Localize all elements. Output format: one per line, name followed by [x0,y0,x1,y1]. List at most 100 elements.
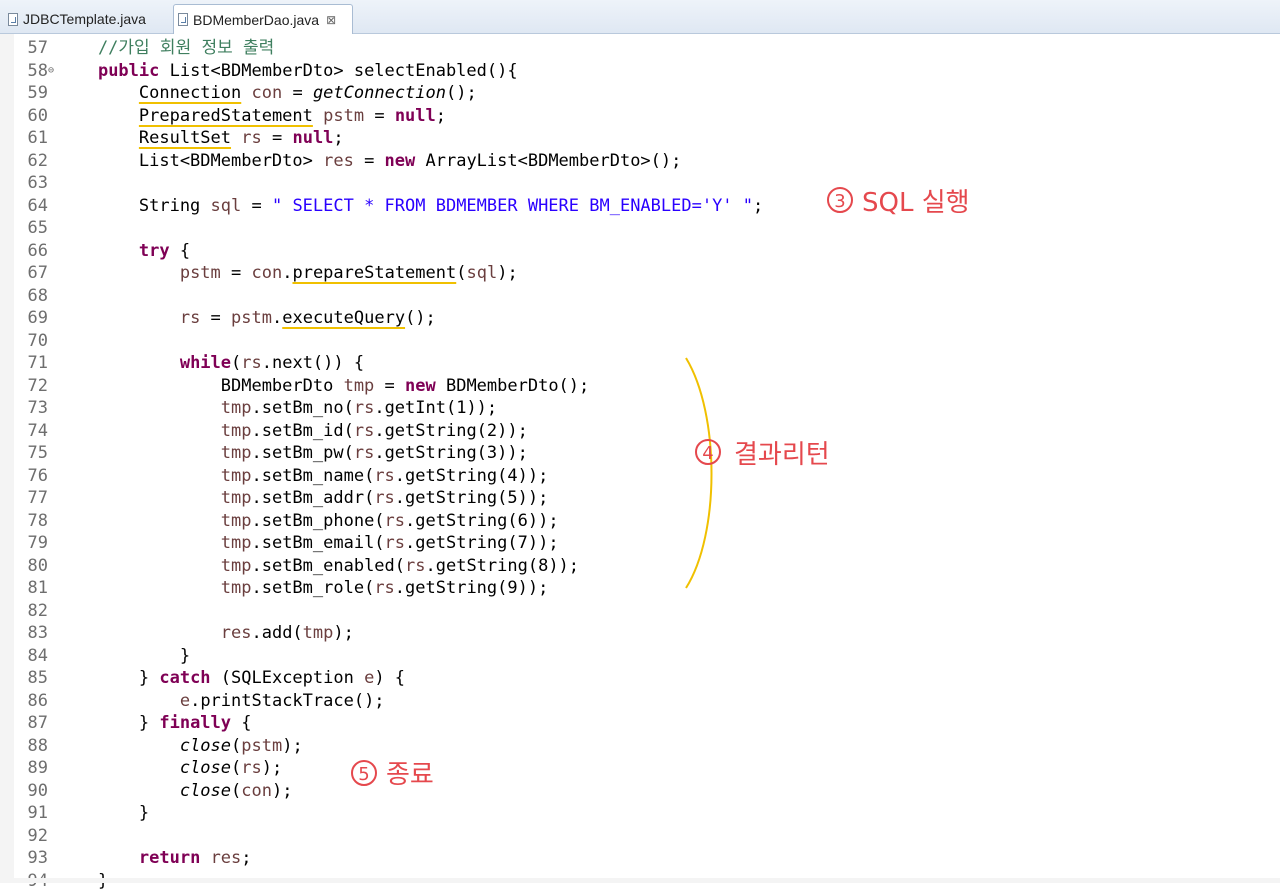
code-text[interactable]: try { [57,240,190,263]
code-text[interactable]: pstm = con.prepareStatement(sql); [57,262,518,285]
code-text[interactable]: } finally { [57,712,252,735]
code-text[interactable]: BDMemberDto tmp = new BDMemberDto(); [57,375,589,398]
code-text[interactable]: close(rs); [57,757,282,780]
line-number: 75 [18,442,48,465]
line-number: 70 [18,330,48,353]
code-line[interactable]: 79 tmp.setBm_email(rs.getString(7)); [0,532,1280,555]
code-line[interactable]: 58⊖ public List<BDMemberDto> selectEnabl… [0,60,1280,83]
code-line[interactable]: 66 try { [0,240,1280,263]
code-text[interactable]: e.printStackTrace(); [57,690,385,713]
code-line[interactable]: 70 [0,330,1280,353]
code-text[interactable]: } [57,645,190,668]
code-line[interactable]: 80 tmp.setBm_enabled(rs.getString(8)); [0,555,1280,578]
line-number: 91 [18,802,48,825]
code-text[interactable]: tmp.setBm_email(rs.getString(7)); [57,532,559,555]
code-line[interactable]: 65 [0,217,1280,240]
tab-label: BDMemberDao.java [193,12,319,28]
code-line[interactable]: 71 while(rs.next()) { [0,352,1280,375]
code-line[interactable]: 72 BDMemberDto tmp = new BDMemberDto(); [0,375,1280,398]
code-line[interactable]: 83 res.add(tmp); [0,622,1280,645]
code-text[interactable]: tmp.setBm_no(rs.getInt(1)); [57,397,497,420]
line-number: 64 [18,195,48,218]
close-icon[interactable]: ⊠ [326,13,336,27]
code-text[interactable]: tmp.setBm_name(rs.getString(4)); [57,465,548,488]
code-line[interactable]: 57 //가입 회원 정보 출력 [0,37,1280,60]
code-editor[interactable]: 94 }93 return res;9291 }90 close(con);89… [0,34,1280,883]
annotation-number: 3 [834,191,845,212]
code-text[interactable]: while(rs.next()) { [57,352,364,375]
code-line[interactable]: 62 List<BDMemberDto> res = new ArrayList… [0,150,1280,173]
code-line[interactable]: 69 rs = pstm.executeQuery(); [0,307,1280,330]
code-text[interactable]: tmp.setBm_id(rs.getString(2)); [57,420,528,443]
code-line[interactable]: 61 ResultSet rs = null; [0,127,1280,150]
code-text[interactable]: tmp.setBm_enabled(rs.getString(8)); [57,555,579,578]
code-line[interactable]: 73 tmp.setBm_no(rs.getInt(1)); [0,397,1280,420]
line-number: 63 [18,172,48,195]
line-number: 85 [18,667,48,690]
code-line[interactable]: 77 tmp.setBm_addr(rs.getString(5)); [0,487,1280,510]
line-number: 73 [18,397,48,420]
code-line[interactable]: 90 close(con); [0,780,1280,803]
code-line[interactable]: 78 tmp.setBm_phone(rs.getString(6)); [0,510,1280,533]
code-text[interactable]: public List<BDMemberDto> selectEnabled()… [57,60,518,83]
code-line[interactable]: 84 } [0,645,1280,668]
code-line[interactable]: 63 [0,172,1280,195]
code-line[interactable]: 89 close(rs); [0,757,1280,780]
editor-tab-bar: JDBCTemplate.java BDMemberDao.java ⊠ [0,0,1280,34]
circle-number-5-icon: 5 [350,759,380,789]
tab-bdmemberdao[interactable]: BDMemberDao.java ⊠ [173,4,353,34]
code-text[interactable]: String sql = " SELECT * FROM BDMEMBER WH… [57,195,763,218]
line-number: 74 [18,420,48,443]
code-text[interactable]: tmp.setBm_addr(rs.getString(5)); [57,487,548,510]
code-line[interactable]: 64 String sql = " SELECT * FROM BDMEMBER… [0,195,1280,218]
code-text[interactable]: } catch (SQLException e) { [57,667,405,690]
code-text[interactable]: Connection con = getConnection(); [57,82,477,105]
line-number: 77 [18,487,48,510]
code-line[interactable]: 86 e.printStackTrace(); [0,690,1280,713]
code-line[interactable]: 91 } [0,802,1280,825]
tab-jdbctemplate[interactable]: JDBCTemplate.java [4,4,170,34]
line-number: 65 [18,217,48,240]
annotation-result-return: 4 결과리턴 [694,434,864,470]
curly-brace-icon [680,354,740,594]
line-number: 57 [18,37,48,60]
fold-toggle-icon[interactable]: ⊖ [48,60,54,83]
code-line[interactable]: 85 } catch (SQLException e) { [0,667,1280,690]
line-number: 90 [18,780,48,803]
code-text[interactable]: tmp.setBm_phone(rs.getString(6)); [57,510,559,533]
code-text[interactable]: //가입 회원 정보 출력 [57,37,274,60]
code-line[interactable]: 87 } finally { [0,712,1280,735]
code-text[interactable]: rs = pstm.executeQuery(); [57,307,436,330]
line-number: 92 [18,825,48,848]
code-line[interactable]: 74 tmp.setBm_id(rs.getString(2)); [0,420,1280,443]
code-line[interactable]: 60 PreparedStatement pstm = null; [0,105,1280,128]
code-text[interactable]: close(pstm); [57,735,303,758]
code-text[interactable]: return res; [57,847,252,870]
code-text[interactable]: } [57,802,149,825]
code-text[interactable]: PreparedStatement pstm = null; [57,105,446,128]
code-line[interactable]: 76 tmp.setBm_name(rs.getString(4)); [0,465,1280,488]
java-file-icon [178,13,188,26]
code-text[interactable]: tmp.setBm_role(rs.getString(9)); [57,577,548,600]
line-number: 67 [18,262,48,285]
code-text[interactable]: List<BDMemberDto> res = new ArrayList<BD… [57,150,681,173]
code-line[interactable]: 81 tmp.setBm_role(rs.getString(9)); [0,577,1280,600]
code-line[interactable]: 75 tmp.setBm_pw(rs.getString(3)); [0,442,1280,465]
code-line[interactable]: 82 [0,600,1280,623]
code-text[interactable]: tmp.setBm_pw(rs.getString(3)); [57,442,528,465]
code-line[interactable]: 67 pstm = con.prepareStatement(sql); [0,262,1280,285]
code-line[interactable]: 93 return res; [0,847,1280,870]
code-text[interactable]: ResultSet rs = null; [57,127,344,150]
annotation-number: 4 [702,443,713,464]
code-line[interactable]: 68 [0,285,1280,308]
code-line[interactable]: 59 Connection con = getConnection(); [0,82,1280,105]
line-number: 79 [18,532,48,555]
annotation-text: SQL 실행 [862,182,970,219]
code-line[interactable]: 88 close(pstm); [0,735,1280,758]
line-number: 62 [18,150,48,173]
code-line[interactable]: 92 [0,825,1280,848]
code-text[interactable]: res.add(tmp); [57,622,354,645]
code-text[interactable]: close(con); [57,780,292,803]
tab-label: JDBCTemplate.java [23,11,146,27]
line-number: 89 [18,757,48,780]
